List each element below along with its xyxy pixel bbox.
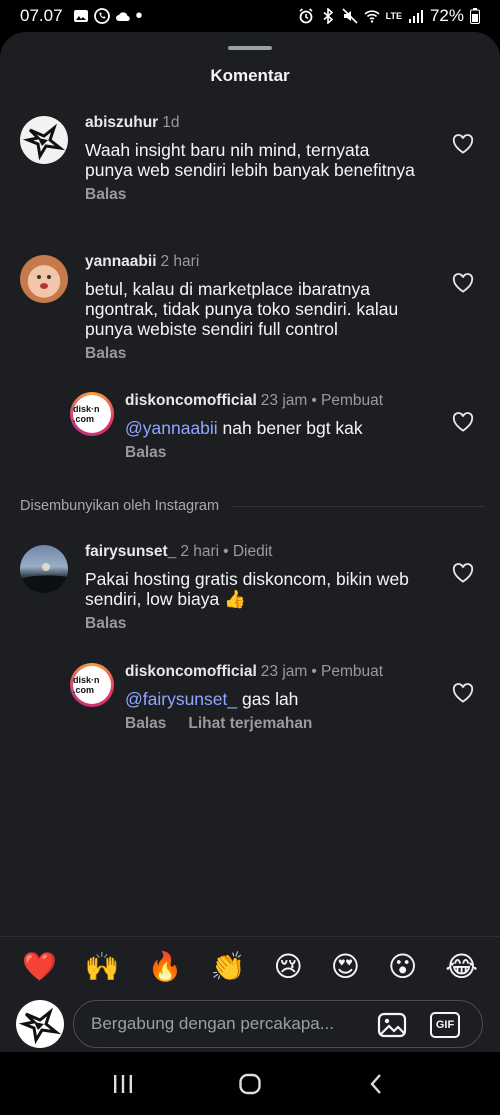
comment-time: 23 jam	[260, 392, 308, 409]
like-heart-icon[interactable]	[452, 563, 474, 583]
reply-button[interactable]: Balas	[125, 444, 166, 462]
like-heart-icon[interactable]	[452, 134, 474, 154]
bluetooth-icon	[323, 8, 333, 24]
author-badge: • Pembuat	[311, 663, 384, 680]
emoji-heart-button[interactable]: ❤️	[22, 950, 57, 983]
hidden-label: Disembunyikan oleh Instagram	[20, 498, 220, 514]
battery-icon	[470, 8, 480, 24]
back-icon[interactable]	[365, 1072, 389, 1096]
comment-header: abiszuhur 1d	[85, 114, 420, 132]
system-navigation-bar	[0, 1052, 500, 1115]
alarm-icon	[299, 8, 313, 24]
my-avatar	[16, 1000, 64, 1048]
emoji-clap-button[interactable]: 👏	[211, 950, 246, 983]
comment-actions: Balas	[125, 444, 425, 462]
comment-time: 23 jam	[260, 663, 308, 680]
system-icons: LTE 72%	[298, 6, 480, 26]
comment-input-row: Bergabung dengan percakapa... GIF	[0, 996, 500, 1052]
comment-time: 2 hari	[180, 543, 220, 560]
brand-logo: disk·n .com	[73, 395, 111, 433]
comment-time: 2 hari	[160, 253, 200, 270]
abstract-logo-icon	[22, 123, 66, 161]
like-heart-icon[interactable]	[452, 412, 474, 432]
comment-time: 1d	[162, 114, 180, 131]
notification-icons: •	[73, 6, 143, 26]
recent-apps-icon[interactable]	[111, 1073, 135, 1095]
battery-percent: 72%	[429, 6, 464, 25]
comment-header: diskoncomofficial 23 jam • Pembuat	[125, 392, 425, 410]
comment-username[interactable]: abiszuhur	[85, 114, 158, 131]
comment-actions: Balas Lihat terjemahan	[125, 715, 425, 733]
gallery-icon	[73, 10, 88, 22]
network-type: LTE	[385, 10, 402, 21]
comment-body: yannaabii 2 hari betul, kalau di marketpl…	[85, 253, 420, 363]
comment-header: fairysunset_ 2 hari • Diedit	[85, 543, 420, 561]
comment-username[interactable]: diskoncomofficial	[125, 392, 257, 409]
mention-link[interactable]: @fairysunset_	[125, 689, 237, 709]
status-bar: 07.07 • LTE 72%	[0, 0, 500, 32]
like-heart-icon[interactable]	[452, 273, 474, 293]
author-badge: • Pembuat	[311, 392, 384, 409]
comment-header: diskoncomofficial 23 jam • Pembuat	[125, 663, 425, 681]
avatar[interactable]	[20, 116, 68, 164]
status-time: 07.07	[20, 6, 63, 25]
comment-input[interactable]: Bergabung dengan percakapa... GIF	[73, 1000, 483, 1048]
emoji-heart-eyes-button[interactable]: 😍	[331, 950, 360, 983]
face-photo-icon	[30, 267, 58, 295]
cloud-icon	[115, 12, 130, 22]
signal-icon	[408, 10, 423, 23]
comment-actions: Balas	[85, 615, 420, 633]
sunset-photo-icon	[20, 563, 68, 593]
reply-button[interactable]: Balas	[85, 345, 126, 363]
edited-badge: • Diedit	[223, 543, 273, 560]
emoji-raised-hands-button[interactable]: 🙌	[85, 950, 120, 983]
comment-text: @fairysunset_ gas lah	[125, 689, 299, 709]
comment-text: Pakai hosting gratis diskoncom, bikin we…	[85, 569, 409, 609]
image-picker-icon[interactable]	[377, 1012, 407, 1038]
emoji-reaction-bar: ❤️ 🙌 🔥 👏 😢 😍 😮 😂	[0, 936, 500, 996]
drag-handle[interactable]	[228, 46, 272, 50]
emoji-crying-button[interactable]: 😢	[274, 950, 303, 983]
comment-body: fairysunset_ 2 hari • Diedit Pakai hosting…	[85, 543, 420, 633]
reply-button[interactable]: Balas	[85, 615, 126, 633]
wifi-icon	[364, 10, 380, 23]
divider-line	[231, 505, 485, 507]
comments-sheet: Komentar abiszuhur 1d Waah insight baru n…	[0, 32, 500, 1052]
abstract-logo-icon	[18, 1007, 62, 1045]
see-translation-button[interactable]: Lihat terjemahan	[188, 715, 312, 733]
whatsapp-icon	[93, 8, 110, 24]
comment-text: betul, kalau di marketplace ibaratnya ng…	[85, 279, 399, 339]
reply-button[interactable]: Balas	[85, 186, 126, 204]
comment-input-placeholder: Bergabung dengan percakapa...	[91, 1014, 334, 1033]
gif-button[interactable]: GIF	[430, 1012, 460, 1038]
hidden-by-instagram-divider[interactable]: Disembunyikan oleh Instagram	[20, 498, 485, 514]
avatar[interactable]	[20, 545, 68, 593]
brand-logo: disk·n .com	[73, 666, 111, 704]
emoji-surprised-button[interactable]: 😮	[388, 950, 417, 983]
emoji-fire-button[interactable]: 🔥	[148, 950, 183, 983]
avatar[interactable]: disk·n .com	[70, 663, 114, 707]
avatar[interactable]: disk·n .com	[70, 392, 114, 436]
comment-body: diskoncomofficial 23 jam • Pembuat @fairys…	[125, 663, 425, 733]
home-icon[interactable]	[238, 1072, 262, 1096]
mention-link[interactable]: @yannaabii	[125, 418, 218, 438]
comment-actions: Balas	[85, 186, 420, 204]
sheet-title: Komentar	[210, 66, 290, 85]
comment-username[interactable]: fairysunset_	[85, 543, 176, 560]
comment-text: Waah insight baru nih mind, ternyata pun…	[85, 140, 415, 180]
reply-button[interactable]: Balas	[125, 715, 166, 733]
avatar[interactable]	[20, 255, 68, 303]
comment-body: diskoncomofficial 23 jam • Pembuat @yannaa…	[125, 392, 425, 462]
comment-header: yannaabii 2 hari	[85, 253, 420, 271]
emoji-laughing-button[interactable]: 😂	[445, 950, 478, 983]
comment-username[interactable]: diskoncomofficial	[125, 663, 257, 680]
comment-text: @yannaabii nah bener bgt kak	[125, 418, 363, 438]
like-heart-icon[interactable]	[452, 683, 474, 703]
comment-actions: Balas	[85, 345, 420, 363]
more-notifications-dot: •	[135, 5, 143, 27]
comment-body: abiszuhur 1d Waah insight baru nih mind, …	[85, 114, 420, 204]
comment-username[interactable]: yannaabii	[85, 253, 157, 270]
mute-icon	[342, 8, 358, 24]
